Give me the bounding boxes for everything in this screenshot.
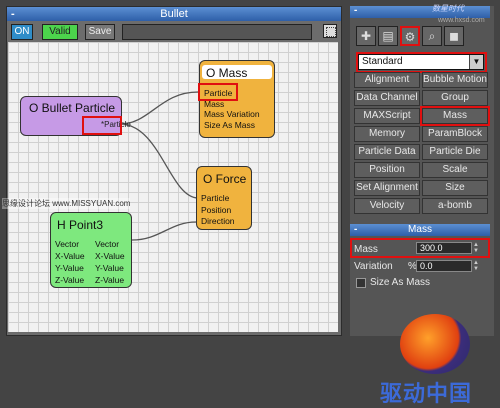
gear-icon[interactable]: ⚙ — [400, 26, 420, 46]
highlight-particle-output — [82, 116, 122, 135]
screenshot-root: - Bullet ON Valid Save O Bullet Particle… — [0, 0, 500, 407]
list-icon[interactable]: ▤ — [378, 26, 398, 46]
node-title: O Force — [203, 172, 247, 186]
port-vector-out[interactable]: Vector — [95, 238, 125, 250]
cube-icon[interactable]: ◼ — [444, 26, 464, 46]
operator-button[interactable]: Set Alignment — [354, 180, 420, 196]
operator-button[interactable]: Bubble Motion — [422, 72, 488, 88]
operator-button[interactable]: a-bomb — [422, 198, 488, 214]
node-title: H Point3 — [57, 218, 104, 232]
collapse-icon[interactable]: - — [11, 7, 15, 21]
operator-button[interactable]: ParamBlock — [422, 126, 488, 142]
grid-toggle-icon[interactable] — [323, 24, 337, 38]
operator-button[interactable]: Position — [354, 162, 420, 178]
force-node[interactable]: O Force Particle Position Direction — [196, 166, 252, 230]
port-direction[interactable]: Direction — [201, 216, 235, 228]
operator-button[interactable]: Size — [422, 180, 488, 196]
mass-rollout-title[interactable]: - Mass — [350, 224, 490, 236]
operator-button[interactable]: Alignment — [354, 72, 420, 88]
node-title: O Bullet Particle — [29, 101, 116, 115]
operator-button[interactable]: Scale — [422, 162, 488, 178]
variation-spinner[interactable]: 0.0 ▲ ▼ — [416, 260, 479, 272]
brand-logo-icon — [400, 314, 470, 374]
collapse-icon[interactable]: - — [354, 5, 357, 16]
valid-button[interactable]: Valid — [42, 24, 78, 40]
highlight-mass-button — [420, 106, 490, 126]
rollout-title-text: Mass — [408, 224, 432, 235]
command-panel: - 数星时代 www.hxsd.com ✚ ▤ ⚙ ⌕ ◼ Standard ▼… — [350, 4, 494, 336]
highlight-mass-row — [350, 238, 490, 258]
operator-button[interactable]: Memory — [354, 126, 420, 142]
size-as-mass-label: Size As Mass — [370, 277, 431, 288]
operator-button[interactable]: Data Channel — [354, 90, 420, 106]
highlight-dropdown — [356, 52, 487, 73]
port-y-in[interactable]: Y-Value — [55, 262, 85, 274]
input-ports: Vector X-Value Y-Value Z-Value — [55, 238, 85, 286]
operator-button[interactable]: Group — [422, 90, 488, 106]
name-field[interactable] — [122, 24, 312, 40]
operator-button[interactable]: Particle Die — [422, 144, 488, 160]
save-button[interactable]: Save — [85, 24, 115, 40]
create-icon[interactable]: ✚ — [356, 26, 376, 46]
port-particle[interactable]: Particle — [201, 193, 235, 205]
variation-value: 0.0 — [420, 261, 433, 271]
port-z-in[interactable]: Z-Value — [55, 274, 85, 286]
variation-label: Variation — [354, 261, 393, 272]
node-canvas[interactable] — [8, 42, 338, 332]
highlight-mass-particle — [198, 83, 238, 101]
on-button[interactable]: ON — [11, 24, 33, 40]
port-x-in[interactable]: X-Value — [55, 250, 85, 262]
node-port-list: Particle Position Direction — [201, 193, 235, 228]
point3-node[interactable]: H Point3 Vector X-Value Y-Value Z-Value … — [50, 212, 132, 288]
site-url: www.hxsd.com — [438, 17, 485, 24]
port-x-out[interactable]: X-Value — [95, 250, 125, 262]
output-ports: Vector X-Value Y-Value Z-Value — [95, 238, 125, 286]
search-icon[interactable]: ⌕ — [422, 26, 442, 46]
operator-button[interactable]: Particle Data — [354, 144, 420, 160]
port-vector-in[interactable]: Vector — [55, 238, 85, 250]
operator-button[interactable]: MAXScript — [354, 108, 420, 124]
forum-watermark: 思缘设计论坛 www.MISSYUAN.com — [2, 198, 131, 209]
site-logo: 数星时代 — [432, 4, 464, 13]
node-title: O Mass — [206, 66, 248, 80]
editor-title: Bullet — [160, 8, 188, 20]
port-size-as-mass[interactable]: Size As Mass — [204, 120, 260, 131]
editor-title-bar: - Bullet — [7, 7, 341, 21]
port-z-out[interactable]: Z-Value — [95, 274, 125, 286]
port-mass-variation[interactable]: Mass Variation — [204, 109, 260, 120]
spinner-arrows-icon[interactable]: ▲ ▼ — [473, 260, 481, 272]
collapse-icon[interactable]: - — [354, 224, 357, 236]
port-position[interactable]: Position — [201, 205, 235, 217]
editor-toolbar: ON Valid Save — [9, 24, 339, 42]
port-y-out[interactable]: Y-Value — [95, 262, 125, 274]
operator-button[interactable]: Velocity — [354, 198, 420, 214]
brand-watermark: 驱动中国 — [380, 381, 473, 406]
size-as-mass-checkbox[interactable] — [356, 278, 366, 288]
